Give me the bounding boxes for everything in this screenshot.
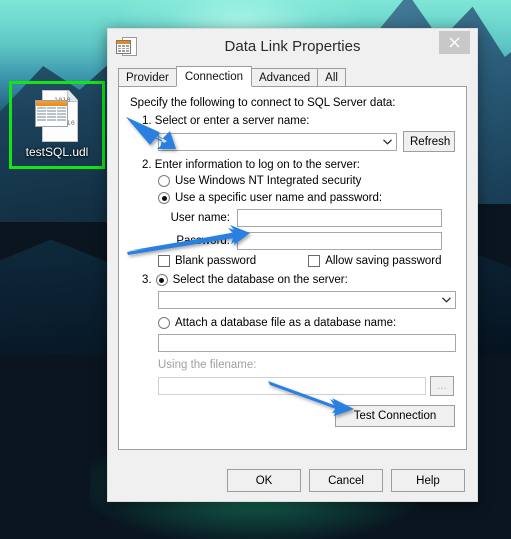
password-input[interactable] <box>237 232 442 250</box>
desktop-icon-label: testSQL.udl <box>25 145 89 159</box>
radio-integrated-security-label: Use Windows NT Integrated security <box>175 175 362 187</box>
password-label: Password: <box>176 235 230 247</box>
tab-provider[interactable]: Provider <box>118 68 177 86</box>
chevron-down-icon <box>442 292 451 308</box>
using-filename-label: Using the filename: <box>158 359 257 371</box>
udl-file-icon: 1010010001110 <box>35 90 79 142</box>
allow-saving-password-label: Allow saving password <box>325 255 442 267</box>
radio-specific-user-label: Use a specific user name and password: <box>175 192 383 204</box>
password-options-row: Blank password Allow saving password <box>158 255 455 267</box>
ok-button[interactable]: OK <box>227 469 301 492</box>
step1-label: 1. Select or enter a server name: <box>142 115 310 127</box>
desktop-icon-testsql-udl[interactable]: 1010010001110 testSQL.udl <box>9 81 105 169</box>
allow-saving-password-checkbox[interactable] <box>308 255 321 267</box>
radio-attach-database-row[interactable]: Attach a database file as a database nam… <box>158 317 455 329</box>
blank-password-label: Blank password <box>175 255 257 267</box>
database-combo[interactable] <box>158 291 456 309</box>
udl-table-glyph <box>35 100 68 127</box>
radio-specific-user[interactable] <box>158 192 170 204</box>
filename-row: ... <box>158 376 455 396</box>
radio-attach-database-label: Attach a database file as a database nam… <box>175 317 397 329</box>
filename-input[interactable] <box>158 377 426 395</box>
server-name-combo[interactable] <box>158 132 397 151</box>
username-row: User name: <box>158 209 455 227</box>
connection-lead-text: Specify the following to connect to SQL … <box>130 97 396 109</box>
tab-all[interactable]: All <box>317 68 346 86</box>
test-connection-button[interactable]: Test Connection <box>335 405 455 427</box>
refresh-button[interactable]: Refresh <box>403 131 455 152</box>
browse-button[interactable]: ... <box>430 376 454 396</box>
radio-attach-database[interactable] <box>158 317 170 329</box>
username-label: User name: <box>170 212 230 224</box>
radio-select-database-label: Select the database on the server: <box>172 274 348 286</box>
server-name-row: Refresh <box>158 131 455 152</box>
password-row: Password: <box>158 232 455 250</box>
close-icon[interactable] <box>439 31 470 54</box>
blank-password-checkbox[interactable] <box>158 255 170 267</box>
attach-database-input[interactable] <box>158 334 456 352</box>
step2-label: 2. Enter information to log on to the se… <box>142 159 360 171</box>
dialog-footer: OK Cancel Help <box>108 469 477 492</box>
help-button[interactable]: Help <box>391 469 465 492</box>
radio-specific-user-row[interactable]: Use a specific user name and password: <box>158 192 455 204</box>
chevron-down-icon <box>383 134 392 150</box>
tab-connection[interactable]: Connection <box>175 66 253 87</box>
step3-select-db-row[interactable]: 3. Select the database on the server: <box>142 274 455 286</box>
cancel-button[interactable]: Cancel <box>309 469 383 492</box>
radio-integrated-security-row[interactable]: Use Windows NT Integrated security <box>158 175 455 187</box>
step3-number: 3. <box>142 274 152 286</box>
connection-tab-panel: Specify the following to connect to SQL … <box>118 86 467 450</box>
radio-select-database[interactable] <box>155 274 168 286</box>
dialog-title: Data Link Properties <box>224 38 361 55</box>
radio-integrated-security[interactable] <box>158 175 170 187</box>
data-link-properties-dialog: Data Link Properties Provider Connection… <box>107 28 478 502</box>
tab-strip: Provider Connection Advanced All <box>118 65 477 87</box>
username-input[interactable] <box>237 209 442 227</box>
dialog-titlebar[interactable]: Data Link Properties <box>108 29 477 65</box>
tab-advanced[interactable]: Advanced <box>251 68 319 86</box>
